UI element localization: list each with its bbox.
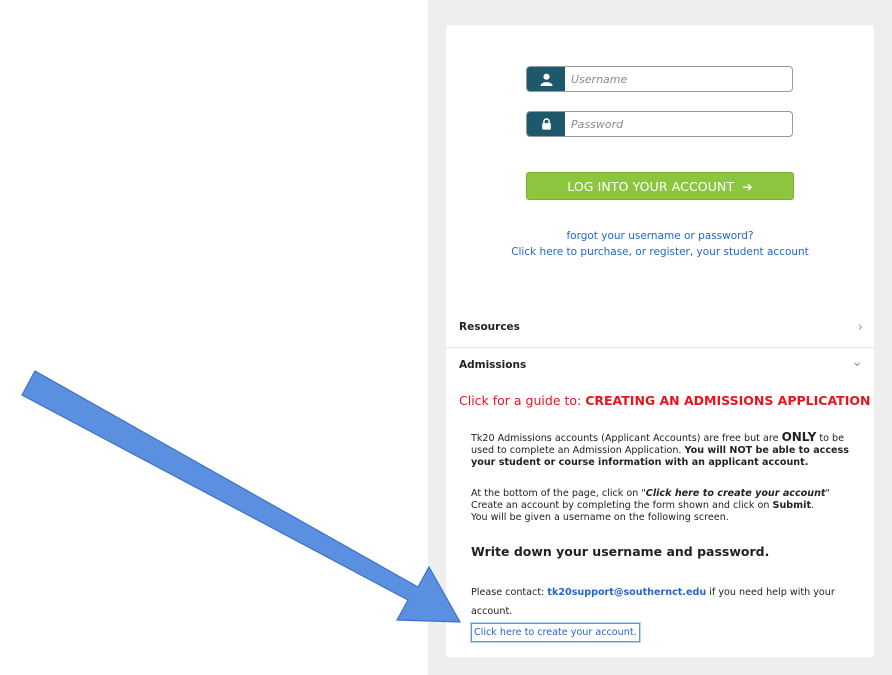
annotation-arrow (21, 370, 462, 623)
